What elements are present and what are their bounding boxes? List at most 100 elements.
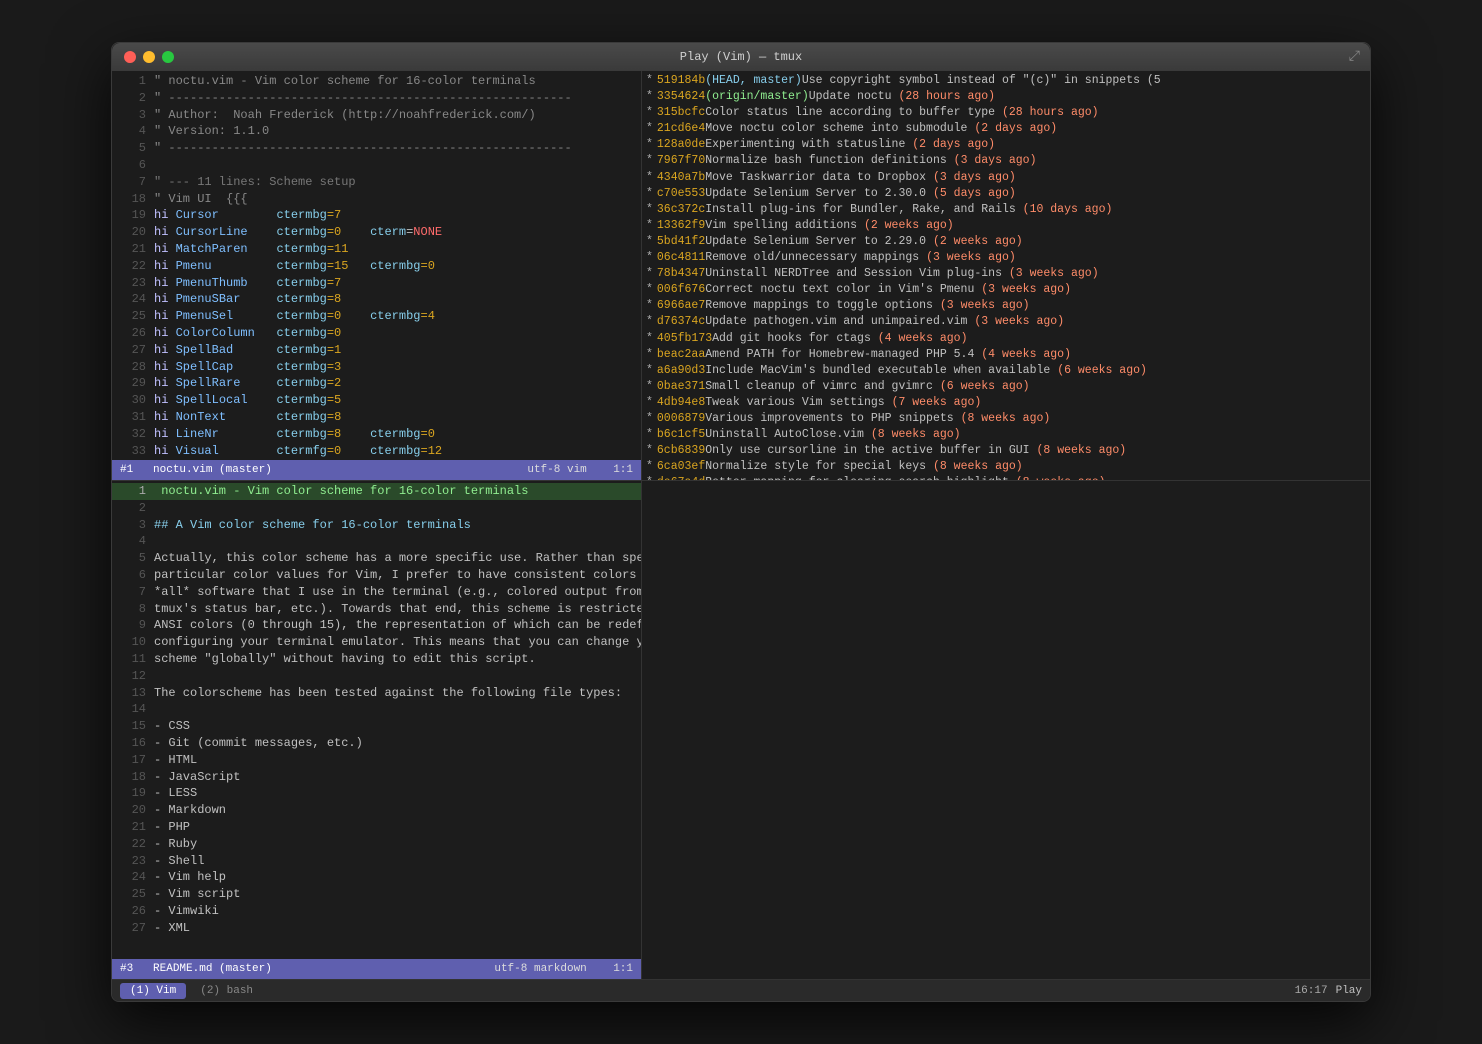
code-line: 31 hi NonText ctermbg=8: [112, 409, 641, 426]
readme-line: 20 - Markdown: [112, 802, 641, 819]
git-log-line: * 405fb173 Add git hooks for ctags (4 we…: [642, 331, 1370, 347]
code-line: 2 " ------------------------------------…: [112, 90, 641, 107]
git-log-line: * 5bd41f2 Update Selenium Server to 2.29…: [642, 234, 1370, 250]
git-log-line: * b6c1cf5 Uninstall AutoClose.vim (8 wee…: [642, 427, 1370, 443]
close-button[interactable]: [124, 51, 136, 63]
code-line: 3 " Author: Noah Frederick (http://noahf…: [112, 107, 641, 124]
readme-line: 15 - CSS: [112, 718, 641, 735]
code-line: 33 hi Visual ctermfg=0 ctermbg=12: [112, 443, 641, 460]
vim-status-bar-1: #1 noctu.vim (master) utf-8 vim 1:1: [112, 460, 641, 480]
code-line: 21 hi MatchParen ctermbg=11: [112, 241, 641, 258]
git-log-line: * 7967f70 Normalize bash function defini…: [642, 153, 1370, 169]
code-line: 22 hi Pmenu ctermbg=15 ctermbg=0: [112, 258, 641, 275]
code-line: 30 hi SpellLocal ctermbg=5: [112, 392, 641, 409]
git-log-line: * 13362f9 Vim spelling additions (2 week…: [642, 218, 1370, 234]
readme-line: 18 - JavaScript: [112, 769, 641, 786]
tmux-tab-vim[interactable]: (1) Vim: [120, 983, 186, 999]
git-log-line: * beac2aa Amend PATH for Homebrew-manage…: [642, 347, 1370, 363]
pane1-filename: noctu.vim (master): [153, 464, 272, 476]
readme-line: 9 ANSI colors (0 through 15), the repres…: [112, 617, 641, 634]
code-line: 28 hi SpellCap ctermbg=3: [112, 359, 641, 376]
readme-line: 21 - PHP: [112, 819, 641, 836]
git-log-line: * d76374c Update pathogen.vim and unimpa…: [642, 314, 1370, 330]
pane2-filename: README.md (master): [153, 963, 272, 975]
readme-line: 24 - Vim help: [112, 869, 641, 886]
git-log-line: * a6a90d3 Include MacVim's bundled execu…: [642, 363, 1370, 379]
readme-line: 13 The colorscheme has been tested again…: [112, 685, 641, 702]
pane1-position: 1:1: [613, 464, 633, 476]
code-line: 4 " Version: 1.1.0: [112, 123, 641, 140]
lower-right-pane[interactable]: [642, 481, 1370, 979]
tmux-app: Play: [1336, 985, 1362, 997]
git-log-line: * 4340a7b Move Taskwarrior data to Dropb…: [642, 170, 1370, 186]
readme-line: 27 - XML: [112, 920, 641, 937]
pane2-position: 1:1: [613, 963, 633, 975]
readme-line: 3 ## A Vim color scheme for 16-color ter…: [112, 517, 641, 534]
readme-line: 26 - Vimwiki: [112, 903, 641, 920]
git-log-line: * 4db94e8 Tweak various Vim settings (7 …: [642, 395, 1370, 411]
code-line: 5 " ------------------------------------…: [112, 140, 641, 157]
readme-line: 6 particular color values for Vim, I pre…: [112, 567, 641, 584]
git-log-line: * 315bcfc Color status line according to…: [642, 105, 1370, 121]
git-log-line: * 3354624 (origin/master) Update noctu (…: [642, 89, 1370, 105]
traffic-lights: [124, 51, 174, 63]
readme-line: 22 - Ruby: [112, 836, 641, 853]
git-log-line: * 0006879 Various improvements to PHP sn…: [642, 411, 1370, 427]
maximize-icon[interactable]: ⤢: [1349, 49, 1360, 65]
git-log-line: * de67a4d Better mapping for clearing se…: [642, 475, 1370, 480]
readme-line: 14: [112, 701, 641, 718]
vim-code-pane[interactable]: 1 " noctu.vim - Vim color scheme for 16-…: [112, 71, 641, 460]
git-log-line: * 78b4347 Uninstall NERDTree and Session…: [642, 266, 1370, 282]
readme-line: 16 - Git (commit messages, etc.): [112, 735, 641, 752]
tmux-tab-bash[interactable]: (2) bash: [190, 983, 263, 999]
tmux-time: 16:17: [1295, 985, 1328, 997]
readme-line: 25 - Vim script: [112, 886, 641, 903]
readme-line: 10 configuring your terminal emulator. T…: [112, 634, 641, 651]
code-line: 6: [112, 157, 641, 174]
code-line: 25 hi PmenuSel ctermbg=0 ctermbg=4: [112, 308, 641, 325]
code-line: 26 hi ColorColumn ctermbg=0: [112, 325, 641, 342]
zoom-button[interactable]: [162, 51, 174, 63]
git-log-pane[interactable]: * 519184b (HEAD, master) Use copyright s…: [642, 71, 1370, 480]
minimize-button[interactable]: [143, 51, 155, 63]
readme-line: 19 - LESS: [112, 785, 641, 802]
git-log-line: * 36c372c Install plug-ins for Bundler, …: [642, 202, 1370, 218]
git-log-line: * 6ca03ef Normalize style for special ke…: [642, 459, 1370, 475]
code-line: 24 hi PmenuSBar ctermbg=8: [112, 291, 641, 308]
readme-line: 8 tmux's status bar, etc.). Towards that…: [112, 601, 641, 618]
readme-line: 11 scheme "globally" without having to e…: [112, 651, 641, 668]
readme-line: 7 *all* software that I use in the termi…: [112, 584, 641, 601]
code-line: 29 hi SpellRare ctermbg=2: [112, 375, 641, 392]
terminal-window: Play (Vim) — tmux ⤢ 1 " noctu.vim - Vim …: [111, 42, 1371, 1002]
git-log-line: * 519184b (HEAD, master) Use copyright s…: [642, 73, 1370, 89]
code-line: 27 hi SpellBad ctermbg=1: [112, 342, 641, 359]
code-line: 23 hi PmenuThumb ctermbg=7: [112, 275, 641, 292]
code-line: 1 " noctu.vim - Vim color scheme for 16-…: [112, 73, 641, 90]
readme-line: 17 - HTML: [112, 752, 641, 769]
code-line: 32 hi LineNr ctermbg=8 ctermbg=0: [112, 426, 641, 443]
git-log-line: * 6cb6839 Only use cursorline in the act…: [642, 443, 1370, 459]
readme-pane[interactable]: 1 noctu.vim - Vim color scheme for 16-co…: [112, 481, 641, 959]
pane1-encoding: utf-8 vim: [527, 464, 586, 476]
readme-line: 1 noctu.vim - Vim color scheme for 16-co…: [112, 483, 641, 500]
pane2-encoding: utf-8 markdown: [494, 963, 586, 975]
code-line: 19 hi Cursor ctermbg=7: [112, 207, 641, 224]
git-log-line: * 006f676 Correct noctu text color in Vi…: [642, 282, 1370, 298]
git-log-line: * 0bae371 Small cleanup of vimrc and gvi…: [642, 379, 1370, 395]
readme-line: 12: [112, 668, 641, 685]
code-line: 7 " --- 11 lines: Scheme setup: [112, 174, 641, 191]
readme-line: 23 - Shell: [112, 853, 641, 870]
code-line: 20 hi CursorLine ctermbg=0 cterm=NONE: [112, 224, 641, 241]
git-log-line: * 128a0de Experimenting with statusline …: [642, 137, 1370, 153]
readme-line: 5 Actually, this color scheme has a more…: [112, 550, 641, 567]
code-line: 18 " Vim UI {{{: [112, 191, 641, 208]
pane2-number: #3: [120, 963, 133, 975]
tmux-bar: (1) Vim (2) bash 16:17 Play: [112, 979, 1370, 1001]
git-log-line: * 6966ae7 Remove mappings to toggle opti…: [642, 298, 1370, 314]
git-log-line: * c70e553 Update Selenium Server to 2.30…: [642, 186, 1370, 202]
readme-line: 2: [112, 500, 641, 517]
pane-number: #1: [120, 464, 133, 476]
readme-line: 4: [112, 533, 641, 550]
title-bar: Play (Vim) — tmux ⤢: [112, 43, 1370, 71]
vim-status-bar-2: #3 README.md (master) utf-8 markdown 1:1: [112, 959, 641, 979]
